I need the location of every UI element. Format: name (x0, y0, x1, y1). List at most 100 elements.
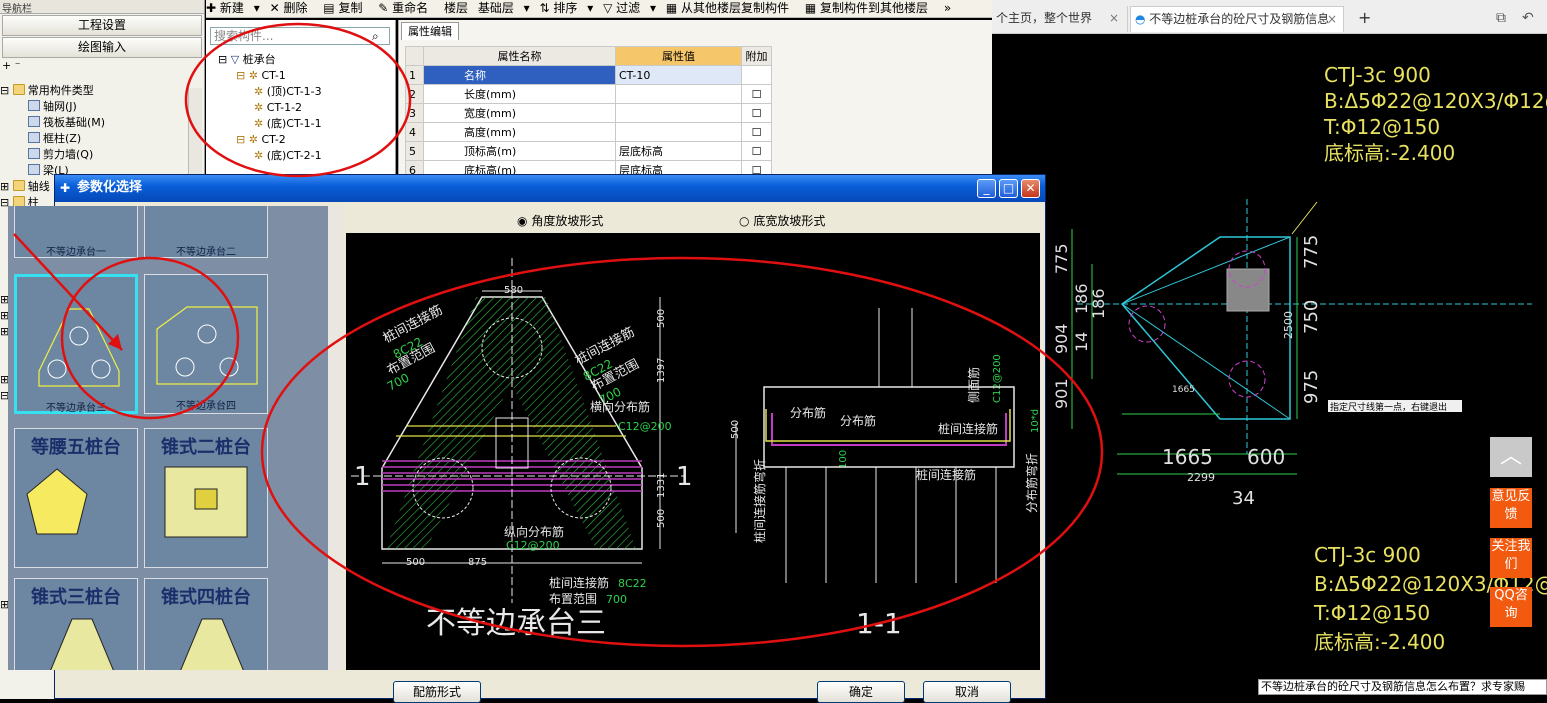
sort-button[interactable]: ⇅ 排序 ▾ (540, 1, 594, 15)
property-extra-checkbox[interactable]: ☐ (741, 122, 772, 142)
search-input[interactable]: 搜索构件... (210, 27, 390, 45)
new-tab-button[interactable]: + (1354, 6, 1371, 32)
tree-item-column[interactable]: 框柱(Z) (0, 131, 204, 147)
copy-button[interactable]: ▤ 复制 (323, 1, 368, 15)
back-to-top-button[interactable]: ︿ (1490, 437, 1532, 477)
copy-to-floor-button[interactable]: ▦ 复制构件到其他楼层 (805, 1, 934, 15)
tree-item-raft[interactable]: 筏板基础(M) (0, 115, 204, 131)
tree-folder-common[interactable]: ⊟ 常用构件类型 (0, 83, 204, 99)
property-value[interactable]: CT-10 (615, 65, 742, 85)
component-icon: ⊟ ✲ (236, 69, 262, 82)
cad-drawing[interactable]: CTJ-3c 900B:Δ5Φ22@120X3/Φ12@200T:Φ12@150… (992, 34, 1547, 699)
thumb-scrollbar[interactable] (328, 206, 343, 670)
table-row[interactable]: 2 长度(mm) ☐ (405, 84, 772, 104)
tree-label: 筏板基础(M) (43, 116, 106, 129)
cad-annotation: T:Φ12@150 (1313, 601, 1430, 625)
project-settings-button[interactable]: 工程设置 (2, 15, 202, 36)
rebar-form-button[interactable]: 配筋形式 (393, 681, 481, 703)
ok-button[interactable]: 确定 (817, 681, 905, 703)
radio-bottom[interactable]: ○ 底宽放坡形式 (739, 212, 825, 229)
search-icon[interactable]: ⌕ (372, 29, 379, 44)
thumb-caption: 锥式三桩台 (31, 587, 121, 608)
close-button[interactable]: ✕ (1021, 179, 1040, 198)
shape-thumbnail[interactable]: 锥式三桩台 (14, 578, 138, 670)
property-extra-checkbox[interactable] (741, 65, 772, 85)
close-icon[interactable]: × (1109, 6, 1119, 30)
table-row[interactable]: 3 宽度(mm) ☐ (405, 103, 772, 123)
property-extra-checkbox[interactable]: ☐ (741, 103, 772, 123)
shape-thumbnail[interactable]: 锥式四桩台 (144, 578, 268, 670)
radio-checked-icon: ◉ (517, 214, 528, 228)
shape-thumbnail[interactable]: 不等边承台四 (144, 274, 268, 414)
preview-label: 桩间连接筋 (938, 421, 998, 436)
preview-label: 10*d (1030, 409, 1040, 433)
folder-icon (12, 84, 25, 95)
tab-list-icon[interactable]: ⧉ (1492, 6, 1506, 32)
app-icon: ✚ (60, 181, 71, 195)
floor-select[interactable]: 基础层 ▾ (478, 1, 530, 15)
tree-item-component[interactable]: ⊟ ✲ CT-2 (218, 132, 322, 148)
beam-icon (28, 164, 40, 175)
minimize-button[interactable]: _ (977, 179, 996, 198)
property-extra-checkbox[interactable]: ☐ (741, 141, 772, 161)
follow-us-button[interactable]: 关注我们 (1490, 538, 1532, 578)
tree-item-shearwall[interactable]: 剪力墙(Q) (0, 147, 204, 163)
shape-thumbnail[interactable]: 锥式二桩台 (144, 428, 268, 568)
shape-thumbnail[interactable]: 不等边承台三 (14, 274, 138, 414)
tree-root-pilecap[interactable]: ⊟ ▽ 桩承台 (218, 52, 322, 68)
cad-dimension: 775 (1301, 235, 1322, 269)
rename-button[interactable]: ✎ 重命名 (378, 1, 434, 15)
drawing-input-button[interactable]: 绘图输入 (2, 37, 202, 58)
tab-property-edit[interactable]: 属性编辑 (401, 22, 459, 40)
maximize-button[interactable]: □ (999, 179, 1018, 198)
browser-logo-icon: ◓ (1135, 12, 1150, 26)
tree-item-component[interactable]: ✲ (顶)CT-1-3 (218, 84, 322, 100)
undo-close-icon[interactable]: ↶ (1518, 6, 1534, 32)
tree-item-component[interactable]: ✲ CT-1-2 (218, 100, 322, 116)
tree-item-component[interactable]: ✲ (底)CT-2-1 (218, 148, 322, 164)
nav-header: 导航栏 (0, 0, 204, 15)
thumb-caption: 不等边承台二 (176, 247, 236, 258)
filter-button[interactable]: ▽ 过滤 ▾ (603, 1, 656, 15)
copy-from-floor-button[interactable]: ▦ 从其他楼层复制构件 (666, 1, 795, 15)
cad-dimension: 186 (1089, 288, 1108, 319)
feedback-button[interactable]: 意见反馈 (1490, 488, 1532, 528)
component-tree: ⊟ ▽ 桩承台 ⊟ ✲ CT-1 ✲ (顶)CT-1-3 ✲ CT-1-2 ✲ (底)… (218, 52, 322, 164)
tree-label: CT-2 (261, 133, 286, 146)
sort-label: 排序 (553, 1, 578, 15)
shape-thumbnail[interactable]: 等腰五桩台 (14, 428, 138, 568)
preview-label: 分布筋弯折 (1024, 453, 1039, 513)
property-value[interactable] (615, 103, 742, 123)
toolbar-overflow-icon[interactable]: » (944, 1, 951, 15)
table-row[interactable]: 5 顶标高(m) 层底标高 ☐ (405, 141, 772, 161)
cancel-button[interactable]: 取消 (923, 681, 1011, 703)
tree-item-grid[interactable]: 轴网(J) (0, 99, 204, 115)
dialog-title: 参数化选择 (77, 180, 143, 195)
cad-dimension: 2500 (1282, 311, 1295, 339)
close-icon[interactable]: × (1327, 7, 1337, 31)
expand-collapse-icons[interactable]: + ⁻ (0, 59, 204, 72)
radio-unchecked-icon: ○ (739, 214, 750, 228)
tree-item-component[interactable]: ⊟ ✲ CT-1 (218, 68, 322, 84)
qq-consult-button[interactable]: QQ咨询 (1490, 587, 1532, 627)
property-extra-checkbox[interactable]: ☐ (741, 84, 772, 104)
shape-thumbnail[interactable]: 不等边承台二 (144, 206, 268, 258)
cad-dimension: 1665 (1172, 385, 1195, 395)
table-row[interactable]: 4 高度(mm) ☐ (405, 122, 772, 142)
browser-tab-active[interactable]: ◓ 不等边桩承台的砼尺寸及钢筋信息 × (1130, 6, 1344, 32)
new-button[interactable]: ✚ 新建 ▾ (206, 1, 260, 15)
property-value[interactable]: 层底标高 (615, 141, 742, 161)
delete-button[interactable]: ✕ 删除 (270, 1, 314, 15)
property-value[interactable] (615, 84, 742, 104)
tree-label: 轴网(J) (43, 100, 77, 113)
property-name: 高度(mm) (423, 122, 616, 142)
thumb-caption: 不等边承台一 (46, 247, 106, 258)
tree-item-component[interactable]: ✲ (底)CT-1-1 (218, 116, 322, 132)
shape-thumbnail[interactable]: 不等边承台一 (14, 206, 138, 258)
property-value[interactable] (615, 122, 742, 142)
radio-angle[interactable]: ◉ 角度放坡形式 (517, 212, 603, 229)
radio-angle-label: 角度放坡形式 (531, 214, 604, 228)
table-row[interactable]: 1 名称 CT-10 (405, 65, 772, 85)
row-number: 4 (405, 122, 424, 142)
browser-tab-home[interactable]: 个主页，整个世界 × (992, 6, 1128, 32)
